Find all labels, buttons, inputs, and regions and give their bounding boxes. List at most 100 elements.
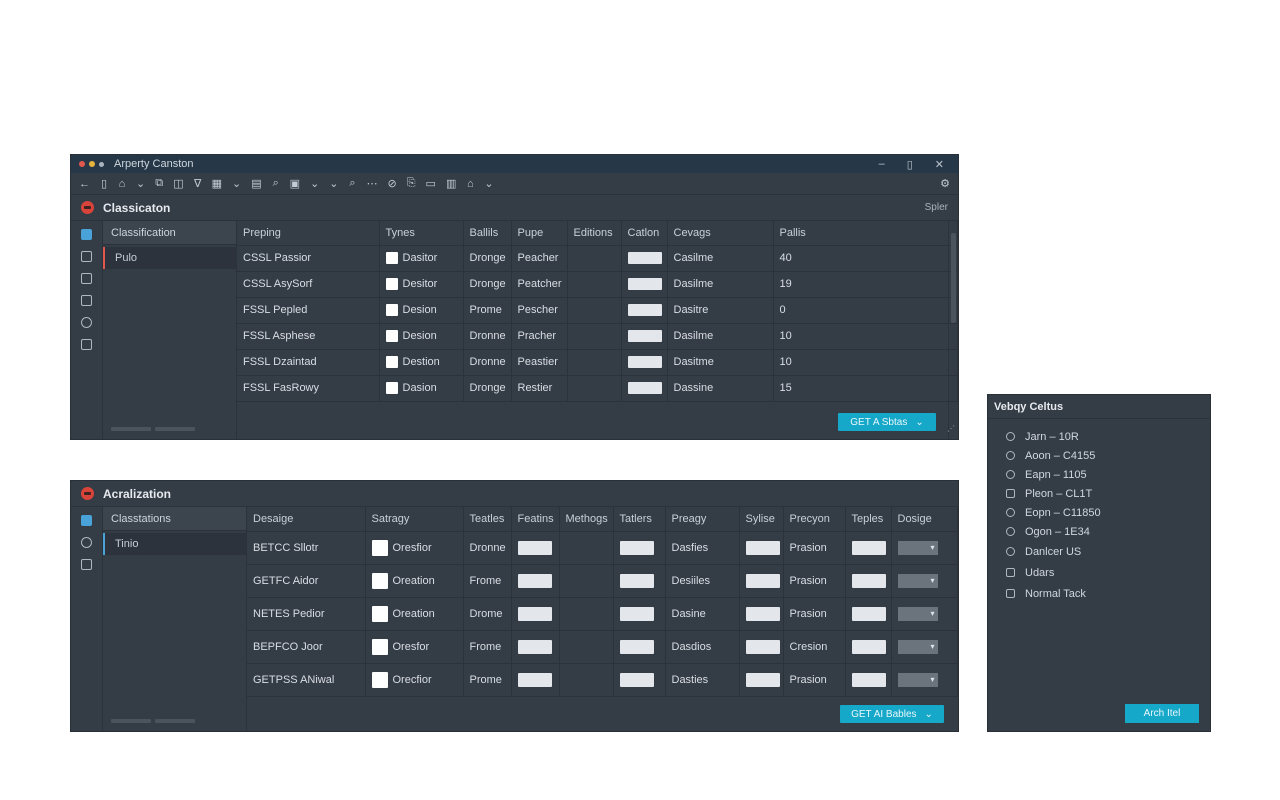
panel-list-item[interactable]: Aoon – C4155: [1006, 446, 1210, 465]
row-checkbox[interactable]: [385, 252, 398, 265]
chevron-down-icon[interactable]: ⌄: [925, 709, 933, 720]
row-dropdown[interactable]: ▾: [897, 639, 938, 654]
toggle-chip[interactable]: [627, 356, 662, 369]
row-checkbox[interactable]: [385, 330, 398, 343]
toggle-chip[interactable]: [851, 639, 886, 654]
toggle-chip[interactable]: [745, 573, 780, 588]
toggle-chip[interactable]: [627, 330, 662, 343]
tree-header[interactable]: Classification: [103, 221, 236, 245]
column-header[interactable]: Pupe: [511, 221, 568, 246]
filter-icon[interactable]: ∇: [194, 177, 202, 190]
column-header[interactable]: Dosige: [891, 507, 958, 532]
column-header[interactable]: Cevags: [667, 221, 774, 246]
column-header[interactable]: Sylise: [739, 507, 784, 532]
toggle-chip[interactable]: [745, 606, 780, 621]
row-dropdown[interactable]: ▾: [897, 573, 938, 588]
row-dropdown[interactable]: ▾: [897, 540, 938, 555]
panel-list-item[interactable]: Pleon – CL1T: [1006, 484, 1210, 503]
column-header[interactable]: Precyon: [783, 507, 846, 532]
panel-list-item[interactable]: Eopn – C11850: [1006, 503, 1210, 522]
network-icon[interactable]: [81, 317, 92, 328]
toggle-chip[interactable]: [627, 382, 662, 395]
lock-icon[interactable]: ▣: [290, 177, 300, 190]
column-header[interactable]: Satragy: [365, 507, 464, 532]
primary-action-button[interactable]: GET AI Bables ⌄: [840, 705, 944, 723]
table-row[interactable]: CSSL AsySorf Desitor Dronge Peatcher Das…: [237, 271, 958, 298]
toggle-chip[interactable]: [619, 573, 654, 588]
chevron-down-icon[interactable]: ⌄: [310, 177, 319, 190]
toggle-chip[interactable]: [517, 540, 552, 555]
column-header[interactable]: Tynes: [379, 221, 464, 246]
panel-list-item[interactable]: Udars: [1006, 562, 1210, 583]
panel-list-item[interactable]: Jarn – 10R: [1006, 427, 1210, 446]
row-checkbox[interactable]: [385, 356, 398, 369]
row-dropdown[interactable]: ▾: [897, 606, 938, 621]
column-header[interactable]: Ballils: [463, 221, 512, 246]
close-dot-icon[interactable]: [79, 161, 85, 167]
table-row[interactable]: FSSL Asphese Desion Dronne Pracher Dasil…: [237, 323, 958, 350]
table-row[interactable]: GETPSS ANiwal Orecfior Prome Dasties Pra…: [247, 663, 958, 697]
chevron-down-icon[interactable]: ⌄: [136, 177, 145, 190]
column-header[interactable]: Pallis: [773, 221, 958, 246]
tree-scrollbar[interactable]: [111, 719, 195, 723]
minimize-dot-icon[interactable]: [89, 161, 95, 167]
house-icon[interactable]: ⌂: [466, 178, 474, 190]
search-icon[interactable]: ⌕: [272, 177, 280, 190]
comment-icon[interactable]: ◫: [173, 177, 183, 190]
table-icon[interactable]: ▥: [446, 177, 456, 190]
column-header[interactable]: Methogs: [559, 507, 614, 532]
panel-list-item[interactable]: Eapn – 1105: [1006, 465, 1210, 484]
copy-icon[interactable]: ⧉: [155, 177, 163, 190]
tree-scrollbar[interactable]: [111, 427, 195, 431]
toggle-chip[interactable]: [619, 639, 654, 654]
maximize-icon[interactable]: ▯: [907, 158, 913, 171]
back-icon[interactable]: ←: [79, 178, 90, 190]
panel-list-item[interactable]: Danlcer US: [1006, 541, 1210, 562]
clipboard-icon[interactable]: ⎘: [407, 177, 416, 190]
close-icon[interactable]: ✕: [935, 158, 944, 171]
list-icon[interactable]: [81, 273, 92, 284]
dashboard-icon[interactable]: [81, 515, 92, 526]
column-header[interactable]: Tatlers: [613, 507, 666, 532]
row-checkbox[interactable]: [371, 638, 388, 655]
chevron-down-icon[interactable]: ⌄: [232, 177, 241, 190]
toggle-chip[interactable]: [851, 573, 886, 588]
more-icon[interactable]: ⋯: [367, 177, 378, 190]
table-row[interactable]: FSSL FasRowy Dasion Dronge Restier Dassi…: [237, 375, 958, 402]
toggle-chip[interactable]: [517, 573, 552, 588]
column-header[interactable]: Teples: [845, 507, 892, 532]
toggle-chip[interactable]: [851, 672, 886, 687]
minimize-icon[interactable]: –: [879, 158, 885, 171]
tree-item[interactable]: Pulo: [103, 247, 236, 269]
page-icon[interactable]: ▯: [100, 177, 108, 190]
toggle-chip[interactable]: [627, 278, 662, 291]
column-header[interactable]: Desaige: [247, 507, 366, 532]
lock-icon[interactable]: [81, 559, 92, 570]
table-row[interactable]: BEPFCO Joor Oresfor Frome Dasdios Cresio…: [247, 630, 958, 664]
toggle-chip[interactable]: [745, 639, 780, 654]
tree-item[interactable]: Tinio: [103, 533, 246, 555]
row-checkbox[interactable]: [371, 539, 388, 556]
toggle-chip[interactable]: [517, 672, 552, 687]
table-row[interactable]: GETFC Aidor Oreation Frome Desiiles Pras…: [247, 564, 958, 598]
link-icon[interactable]: ⊘: [388, 177, 397, 190]
primary-action-button[interactable]: GET A Sbtas ⌄: [838, 413, 936, 431]
tree-header[interactable]: Classtations: [103, 507, 246, 531]
export-icon[interactable]: [81, 339, 92, 350]
settings-dot-icon[interactable]: [99, 161, 104, 167]
toggle-chip[interactable]: [619, 606, 654, 621]
row-checkbox[interactable]: [371, 671, 388, 688]
chevron-down-icon[interactable]: ⌄: [484, 177, 493, 190]
chevron-down-icon[interactable]: ⌄: [915, 417, 923, 428]
settings-gear-icon[interactable]: ⚙: [940, 177, 950, 190]
split-toggle[interactable]: Spler: [925, 202, 948, 213]
row-checkbox[interactable]: [385, 382, 398, 395]
zoom-icon[interactable]: ⌕: [349, 177, 357, 190]
calendar-icon[interactable]: ▤: [251, 177, 261, 190]
toggle-chip[interactable]: [627, 304, 662, 317]
toggle-chip[interactable]: [851, 540, 886, 555]
column-header[interactable]: Editions: [567, 221, 622, 246]
grid-icon[interactable]: ▦: [212, 177, 222, 190]
toggle-chip[interactable]: [517, 606, 552, 621]
table-row[interactable]: NETES Pedior Oreation Drome Dasine Prasi…: [247, 597, 958, 631]
